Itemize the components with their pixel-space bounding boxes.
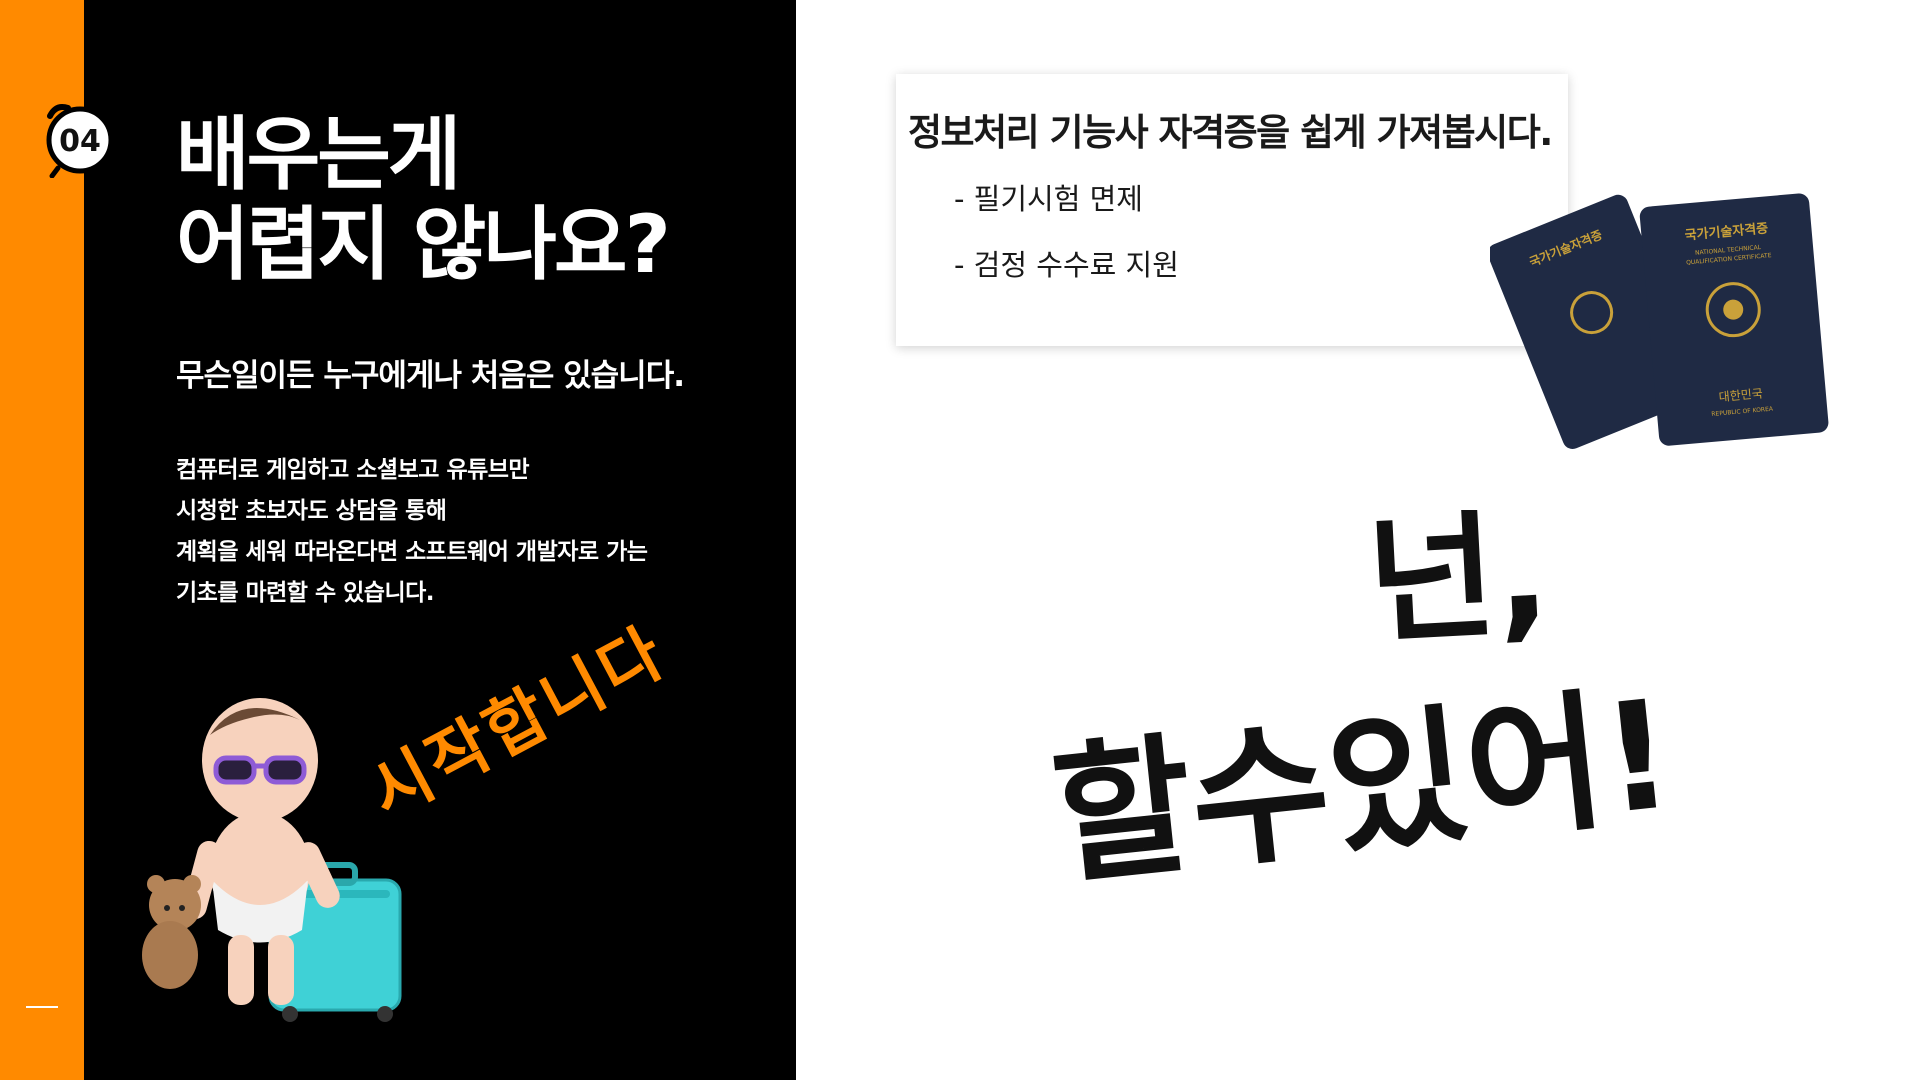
body-line: 컴퓨터로 게임하고 소셜보고 유튜브만 [176, 457, 530, 483]
card-item: - 검정 수수료 지원 [954, 248, 1179, 282]
body-line: 시청한 초보자도 상담을 통해 [176, 498, 447, 524]
title-line-2: 어렵지 않나요? [176, 198, 671, 291]
brush-lettering: 넌, 할수있어! [1046, 510, 1681, 906]
strip-divider [26, 1006, 58, 1008]
card-title: 정보처리 기능사 자격증을 쉽게 가져봅시다. [908, 111, 1553, 154]
baby-with-suitcase-illustration [142, 698, 402, 1022]
certificate-passports-image: 국가기술자격증 국가기술자격증 NATIONAL TECHNICAL QUALI… [1490, 193, 1829, 449]
badge-number: 04 [59, 124, 101, 159]
page-title: 배우는게 어렵지 않나요? [176, 108, 671, 291]
section-badge: 04 [42, 98, 118, 179]
alarm-clock-icon: 04 [46, 104, 114, 179]
body-paragraph: 컴퓨터로 게임하고 소셜보고 유튜브만 시청한 초보자도 상담을 통해 계획을 … [176, 450, 648, 614]
certificate-info-card: 정보처리 기능사 자격증을 쉽게 가져봅시다. - 필기시험 면제 - 검정 수… [896, 74, 1568, 346]
brush-line-1: 넌, [1363, 510, 1553, 664]
brush-line-2: 할수있어! [1046, 668, 1681, 906]
title-line-1: 배우는게 [176, 108, 461, 201]
card-item: - 필기시험 면제 [954, 182, 1143, 216]
body-line: 계획을 세워 따라온다면 소프트웨어 개발자로 가는 [176, 539, 648, 565]
body-line: 기초를 마련할 수 있습니다. [176, 580, 435, 606]
subtitle: 무슨일이든 누구에게나 처음은 있습니다. [176, 358, 685, 394]
